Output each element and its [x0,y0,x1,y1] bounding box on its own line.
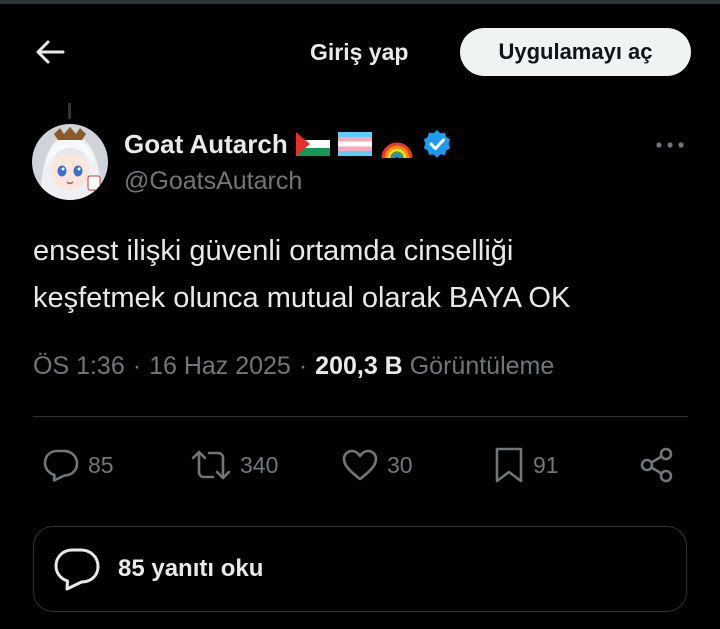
heart-icon [342,449,378,481]
read-replies-label: 85 yanıtı oku [118,555,264,582]
repost-count: 340 [240,451,279,478]
read-replies-button[interactable]: 85 yanıtı oku [33,526,687,612]
tweet-date[interactable]: 16 Haz 2025 [149,352,291,381]
author-handle[interactable]: @GoatsAutarch [124,167,302,196]
avatar[interactable] [32,124,108,200]
repost-icon [191,450,231,480]
bookmark-count: 91 [533,451,559,478]
palestine-flag-icon [295,132,330,156]
reply-bubble-icon [54,548,100,591]
more-options-button[interactable] [650,130,690,160]
avatar-image [32,124,108,200]
thread-connector [68,103,71,119]
rainbow-icon [381,142,413,159]
arrow-left-icon [36,40,65,64]
back-button[interactable] [30,30,70,74]
like-count: 30 [387,451,413,478]
top-border [0,0,720,4]
verified-badge-icon[interactable] [422,129,452,159]
open-app-button[interactable]: Uygulamayı aç [460,28,691,76]
bookmark-icon [495,447,523,483]
divider [33,416,688,417]
reply-icon [43,449,79,482]
like-button[interactable]: 30 [341,440,413,490]
transgender-flag-icon [337,132,372,156]
tweet-time[interactable]: ÖS 1:36 [33,352,125,381]
tweet-text-line-1: ensest ilişki güvenli ortamda cinselliği [33,235,514,267]
author-name-row: Goat Autarch [124,126,452,162]
views-label: Görüntüleme [409,352,555,380]
share-button[interactable] [638,440,676,490]
login-button[interactable]: Giriş yap [300,34,418,70]
reply-count: 85 [88,451,114,478]
author-name[interactable]: Goat Autarch [124,129,288,160]
bookmark-button[interactable]: 91 [493,440,559,490]
views-count: 200,3 B [315,352,403,380]
more-dots-icon [656,142,684,148]
repost-button[interactable]: 340 [190,440,278,490]
meta-separator: · [132,352,142,380]
share-icon [640,447,673,483]
tweet-text: ensest ilişki güvenli ortamda cinselliği… [33,228,683,322]
tweet-text-line-2: keşfetmek olunca mutual olarak BAYA OK [33,282,571,314]
reply-button[interactable]: 85 [42,440,114,490]
tweet-meta: ÖS 1:36 · 16 Haz 2025 · 200,3 B Görüntül… [33,352,554,381]
meta-separator: · [298,352,308,380]
